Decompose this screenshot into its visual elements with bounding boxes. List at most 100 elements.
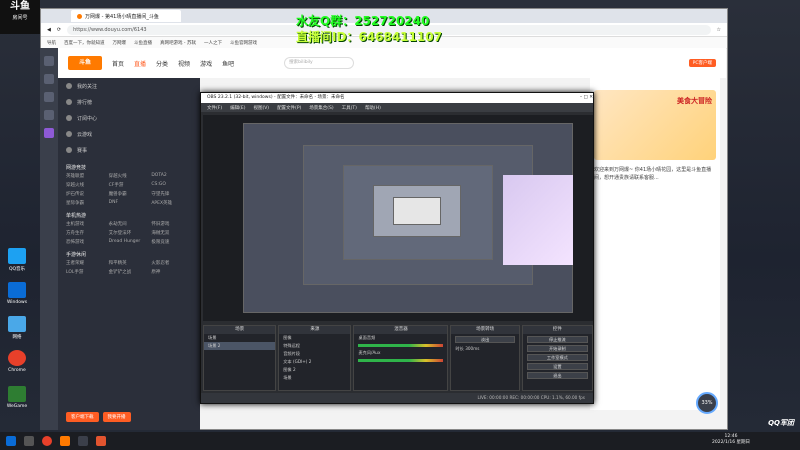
- sidebar-item-event[interactable]: 赛事: [58, 142, 200, 158]
- bookmark-item[interactable]: 导航: [47, 40, 56, 46]
- game-link[interactable]: 炉石传说: [66, 191, 107, 197]
- bookmark-item[interactable]: 斗鱼官网游戏: [230, 40, 257, 46]
- source-item[interactable]: 特殊远程: [279, 342, 350, 350]
- douyu-logo[interactable]: 斗鱼: [68, 56, 102, 70]
- taskbar-douyu-icon[interactable]: [60, 436, 70, 446]
- obs-window: OBS 23.2.1 (32-bit, windows) - 配置文件：未命名 …: [200, 92, 594, 404]
- bookmark-item[interactable]: 真网吧游戏 - 苏轼: [160, 40, 196, 46]
- desktop-icon-wegame[interactable]: WeGame: [4, 386, 30, 409]
- game-link[interactable]: 恐怖游戏: [66, 239, 107, 245]
- douyu-desktop-logo[interactable]: 斗鱼 房间号: [0, 0, 40, 34]
- scene-item[interactable]: 场景 2: [204, 342, 276, 350]
- taskbar-search-icon[interactable]: [24, 436, 34, 446]
- menu-file[interactable]: 文件(F): [207, 105, 222, 111]
- maximize-icon[interactable]: □: [584, 95, 588, 100]
- game-link[interactable]: CS:GO: [151, 182, 192, 188]
- game-link[interactable]: 永劫无间: [109, 221, 150, 227]
- promo-banner[interactable]: 美食大冒险: [594, 90, 716, 160]
- back-icon[interactable]: ◀: [47, 27, 51, 33]
- game-link[interactable]: 星际争霸: [66, 200, 107, 206]
- menu-profile[interactable]: 配置文件(P): [277, 105, 301, 111]
- refresh-icon[interactable]: ⟳: [57, 27, 61, 33]
- bookmark-item[interactable]: 斗鱼直播: [134, 40, 152, 46]
- client-download-button[interactable]: 客户端下载: [66, 412, 99, 422]
- stop-streaming-button[interactable]: 停止推流: [526, 336, 588, 343]
- taskbar-app-icon[interactable]: [96, 436, 106, 446]
- sidebar-item-rank[interactable]: 排行榜: [58, 94, 200, 110]
- nav-home[interactable]: 首页: [112, 59, 124, 68]
- duration-input[interactable]: 300ms: [465, 346, 479, 351]
- game-link[interactable]: 火影忍者: [151, 260, 192, 266]
- menu-edit[interactable]: 编辑(E): [230, 105, 245, 111]
- side-star-icon[interactable]: [44, 74, 54, 84]
- game-link[interactable]: 极限竞速: [151, 239, 192, 245]
- source-item[interactable]: 图像 2: [279, 366, 350, 374]
- nav-category[interactable]: 分类: [156, 59, 168, 68]
- bookmark-item[interactable]: 万网爆: [113, 40, 127, 46]
- nav-yuba[interactable]: 鱼吧: [222, 59, 234, 68]
- side-download-icon[interactable]: [44, 110, 54, 120]
- minimize-icon[interactable]: –: [580, 95, 582, 100]
- side-home-icon[interactable]: [44, 56, 54, 66]
- studio-mode-button[interactable]: 工作室模式: [526, 354, 588, 361]
- source-item[interactable]: 音频片段: [279, 350, 350, 358]
- desktop-icon-chrome[interactable]: Chrome: [4, 350, 30, 373]
- game-link[interactable]: 穿越火线: [66, 182, 107, 188]
- scene-item[interactable]: 场景: [204, 334, 275, 342]
- sidebar-item-follow[interactable]: 我的关注: [58, 78, 200, 94]
- transition-select[interactable]: 淡出: [455, 336, 515, 343]
- browser-tab[interactable]: 万网爆 - 第41场小晴直播间_斗鱼: [71, 10, 181, 22]
- menu-tools[interactable]: 工具(T): [342, 105, 357, 111]
- desktop-icon-music[interactable]: QQ音乐: [4, 248, 30, 272]
- source-item[interactable]: 图像: [279, 334, 350, 342]
- source-item[interactable]: 场景: [279, 374, 350, 382]
- game-link[interactable]: 和平精英: [109, 260, 150, 266]
- nav-video[interactable]: 视频: [178, 59, 190, 68]
- game-link[interactable]: Dread Hunger: [109, 239, 150, 245]
- start-recording-button[interactable]: 开始录制: [526, 345, 588, 352]
- game-link[interactable]: LOL手游: [66, 269, 107, 275]
- obs-preview[interactable]: [203, 115, 593, 321]
- bookmark-item[interactable]: 百度一下，你就知道: [64, 40, 105, 46]
- game-link[interactable]: 英雄联盟: [66, 173, 107, 179]
- game-link[interactable]: 金铲铲之战: [109, 269, 150, 275]
- menu-scene-collection[interactable]: 场景集合(S): [309, 105, 333, 111]
- bookmark-item[interactable]: 一人之下: [204, 40, 222, 46]
- sidebar-item-cloud[interactable]: 云游戏: [58, 126, 200, 142]
- game-link[interactable]: 怀旧游戏: [151, 221, 192, 227]
- game-link[interactable]: 穿越火线: [109, 173, 150, 179]
- side-app-icon[interactable]: [44, 128, 54, 138]
- pc-client-button[interactable]: PC客户端: [688, 59, 716, 67]
- game-link[interactable]: 魔兽争霸: [109, 191, 150, 197]
- game-link[interactable]: DNF: [109, 200, 150, 206]
- game-link[interactable]: CF手游: [109, 182, 150, 188]
- desktop-icon-windows[interactable]: Windows: [4, 282, 30, 305]
- close-icon[interactable]: ✕: [589, 95, 593, 100]
- settings-button[interactable]: 设置: [526, 363, 588, 370]
- game-link[interactable]: DOTA2: [151, 173, 192, 179]
- game-link[interactable]: 主机游戏: [66, 221, 107, 227]
- desktop-icon-network[interactable]: 网络: [4, 316, 30, 340]
- source-item[interactable]: 文本 (GDI+) 2: [279, 358, 350, 366]
- start-broadcast-button[interactable]: 我要开播: [102, 412, 131, 422]
- game-link[interactable]: APEX英雄: [151, 200, 192, 206]
- menu-help[interactable]: 帮助(H): [365, 105, 381, 111]
- side-history-icon[interactable]: [44, 92, 54, 102]
- start-icon[interactable]: [6, 436, 16, 446]
- search-input[interactable]: 搜索bilibily: [284, 57, 355, 69]
- exit-button[interactable]: 退出: [526, 372, 588, 379]
- nav-game[interactable]: 游戏: [200, 59, 212, 68]
- game-link[interactable]: 守望先锋: [151, 191, 192, 197]
- game-link[interactable]: 艾尔登法环: [109, 230, 150, 236]
- game-link[interactable]: 海贼无双: [151, 230, 192, 236]
- sidebar-item-subscribe[interactable]: 订阅中心: [58, 110, 200, 126]
- game-link[interactable]: 原神: [151, 269, 192, 275]
- taskbar-chrome-icon[interactable]: [42, 436, 52, 446]
- game-link[interactable]: 王者荣耀: [66, 260, 107, 266]
- taskbar-clock[interactable]: 12:46 2022/1/16 星期日: [712, 434, 750, 446]
- menu-view[interactable]: 视图(V): [253, 105, 269, 111]
- taskbar-obs-icon[interactable]: [78, 436, 88, 446]
- nav-live[interactable]: 直播: [134, 59, 146, 68]
- game-link[interactable]: 方舟生存: [66, 230, 107, 236]
- star-icon[interactable]: ☆: [717, 27, 721, 33]
